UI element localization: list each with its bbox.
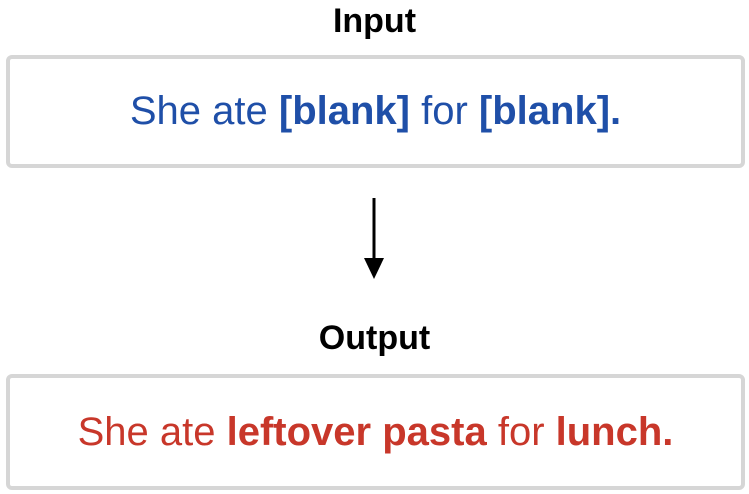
output-heading: Output xyxy=(318,319,431,357)
input-blank-1: [blank] xyxy=(278,89,410,133)
input-segment-1: She ate xyxy=(129,89,279,133)
input-blank-2: [blank]. xyxy=(478,89,622,133)
output-fill-2: lunch. xyxy=(555,409,674,454)
arrow-down-icon xyxy=(364,198,384,279)
input-segment-2: for xyxy=(410,89,479,133)
output-fill-1: leftover pasta xyxy=(226,409,487,454)
output-segment-1: She ate xyxy=(77,409,227,454)
output-segment-2: for xyxy=(486,409,556,454)
output-sentence-box: She ate leftover pasta for lunch. xyxy=(6,374,745,490)
input-heading: Input xyxy=(332,2,417,40)
input-sentence-box: She ate [blank] for [blank]. xyxy=(6,55,745,168)
